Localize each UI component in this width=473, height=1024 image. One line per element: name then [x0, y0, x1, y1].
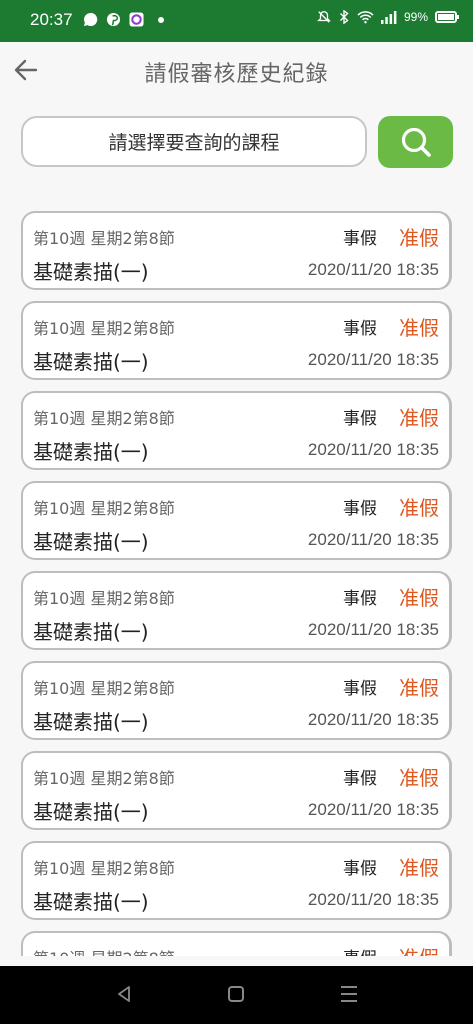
record-leave-type: 事假	[343, 409, 377, 429]
system-nav-bar	[0, 966, 473, 1024]
record-week-period: 第10週 星期2第8節	[33, 319, 175, 338]
app-header: 請假審核歷史紀錄	[0, 42, 473, 100]
record-status: 准假	[399, 942, 439, 956]
battery-fill	[438, 14, 454, 20]
course-select-input[interactable]: 請選擇要查詢的課程	[21, 116, 367, 167]
record-status: 准假	[399, 856, 439, 880]
leave-record-card[interactable]: 第10週 星期2第8節 事假 准假基礎素描(一) 2020/11/20 18:35	[21, 841, 452, 920]
battery-percentage: 99%	[403, 10, 428, 24]
nav-back-icon[interactable]	[114, 984, 134, 1004]
record-course-name: 基礎素描(一)	[33, 620, 149, 644]
record-course-name: 基礎素描(一)	[33, 440, 149, 464]
nav-home-icon[interactable]	[228, 986, 244, 1002]
record-status: 准假	[399, 496, 439, 520]
record-status: 准假	[399, 226, 439, 250]
leave-record-card[interactable]: 第10週 星期2第8節 事假 准假基礎素描(一) 2020/11/20 18:35	[21, 751, 452, 830]
record-status: 准假	[399, 676, 439, 700]
search-icon	[401, 127, 431, 157]
leave-record-list[interactable]: 第10週 星期2第8節 事假 准假 基礎素描(一) 2020/11/20 18:35 第1…	[0, 208, 473, 956]
record-date: 2020/11/20 18:35	[307, 710, 439, 729]
nav-recents-icon[interactable]	[341, 986, 357, 1002]
record-date: 2020/11/20 18:35	[307, 350, 439, 369]
leave-record-card[interactable]: 第10週 星期2第8節 事假 准假基礎素描(一) 2020/11/20 18:35	[21, 571, 452, 650]
record-date: 2020/11/20 18:35	[307, 530, 439, 549]
more-notifications-dot	[158, 17, 164, 23]
record-date: 2020/11/20 18:35	[307, 260, 439, 279]
record-week-period: 第10週 星期2第8節	[33, 409, 175, 428]
record-course-name: 基礎素描(一)	[33, 800, 149, 824]
record-date: 2020/11/20 18:35	[307, 800, 439, 819]
record-week-period: 第10週 星期2第8節	[33, 679, 175, 698]
leave-record-card[interactable]: 第10週 星期2第8節 事假 准假基礎素描(一) 2020/11/20 18:35	[21, 211, 452, 290]
status-time: 20:37	[30, 10, 73, 29]
record-leave-type: 事假	[343, 319, 377, 339]
leave-record-card[interactable]: 第10週 星期2第8節事假准假基礎素描(一)2020/11/20 18:35	[21, 931, 452, 956]
record-week-period: 第10週 星期2第8節	[33, 769, 175, 788]
record-status: 准假	[399, 406, 439, 430]
battery-icon	[435, 11, 459, 23]
record-course-name: 基礎素描(一)	[33, 530, 149, 554]
leave-record-card[interactable]: 第10週 星期2第8節 事假 准假基礎素描(一) 2020/11/20 18:35	[21, 481, 452, 560]
bluetooth-icon	[339, 10, 349, 24]
page-title: 請假審核歷史紀錄	[144, 62, 329, 87]
record-week-period: 第10週 星期2第8節	[33, 945, 175, 956]
record-status: 准假	[399, 766, 439, 790]
record-date: 2020/11/20 18:35	[307, 890, 439, 909]
status-right-icons: 99%	[317, 10, 459, 24]
record-leave-type: 事假	[343, 859, 377, 879]
record-date: 2020/11/20 18:35	[307, 440, 439, 459]
mute-icon	[317, 11, 331, 23]
record-course-name: 基礎素描(一)	[33, 260, 149, 284]
record-leave-type: 事假	[343, 944, 377, 956]
record-course-name: 基礎素描(一)	[33, 710, 149, 734]
leave-record-card[interactable]: 第10週 星期2第8節 事假 准假基礎素描(一) 2020/11/20 18:35	[21, 391, 452, 470]
signal-icon	[380, 10, 397, 24]
search-button[interactable]	[378, 116, 453, 168]
record-leave-type: 事假	[343, 679, 377, 699]
record-week-period: 第10週 星期2第8節	[33, 229, 175, 248]
record-date: 2020/11/20 18:35	[307, 620, 439, 639]
leave-record-card[interactable]: 第10週 星期2第8節 事假 准假基礎素描(一) 2020/11/20 18:35	[21, 661, 452, 740]
status-bar: 20:37 99%	[0, 0, 473, 42]
record-course-name: 基礎素描(一)	[33, 890, 149, 914]
record-status: 准假	[399, 586, 439, 610]
record-week-period: 第10週 星期2第8節	[33, 589, 175, 608]
record-leave-type: 事假	[343, 589, 377, 609]
pinterest-icon	[106, 12, 121, 27]
leave-record-card[interactable]: 第10週 星期2第8節 事假 准假基礎素描(一) 2020/11/20 18:35	[21, 301, 452, 380]
record-status: 准假	[399, 316, 439, 340]
chat-bubble-icon	[83, 12, 98, 27]
app-icon	[129, 12, 144, 27]
wifi-icon	[357, 11, 374, 24]
record-course-name: 基礎素描(一)	[33, 350, 149, 374]
record-leave-type: 事假	[343, 499, 377, 519]
record-leave-type: 事假	[343, 229, 377, 249]
record-week-period: 第10週 星期2第8節	[33, 859, 175, 878]
record-leave-type: 事假	[343, 769, 377, 789]
record-week-period: 第10週 星期2第8節	[33, 499, 175, 518]
